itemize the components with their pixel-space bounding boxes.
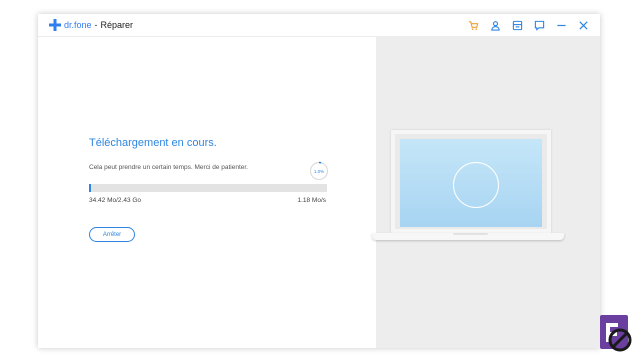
app-logo: dr.fone - Réparer [49,19,133,31]
window-title: Réparer [100,20,134,30]
title-bar: dr.fone - Réparer [38,14,600,37]
laptop-screen [391,130,551,233]
window-toolbar [458,18,590,32]
stop-button[interactable]: Arrêter [89,227,135,242]
download-progress-fill [89,184,92,192]
brand-name: dr.fone [64,20,92,30]
download-subtitle: Cela peut prendre un certain temps. Merc… [89,164,248,171]
download-speed: 1.18 Mo/s [297,197,326,204]
laptop-notch [453,233,488,235]
cart-icon[interactable] [466,18,480,32]
user-icon[interactable] [488,18,502,32]
download-panel: Téléchargement en cours. Cela peut prend… [38,37,376,348]
feedback-icon[interactable] [532,18,546,32]
laptop-display [400,139,542,227]
downloaded-size: 34.42 Mo/2.43 Go [89,197,142,204]
minimize-icon[interactable] [554,18,568,32]
title-separator: - [94,20,98,30]
app-window: dr.fone - Réparer Téléchargement en cour… [38,14,600,348]
download-progress-bar [89,184,327,192]
illustration-panel [372,37,600,348]
watermark-logo-icon [600,315,632,352]
download-heading: Téléchargement en cours. [89,137,217,149]
save-icon[interactable] [510,18,524,32]
plus-logo-icon [49,19,61,31]
progress-percent: 1.0% [313,168,325,174]
close-icon[interactable] [576,18,590,32]
loading-ring-icon [453,162,499,208]
